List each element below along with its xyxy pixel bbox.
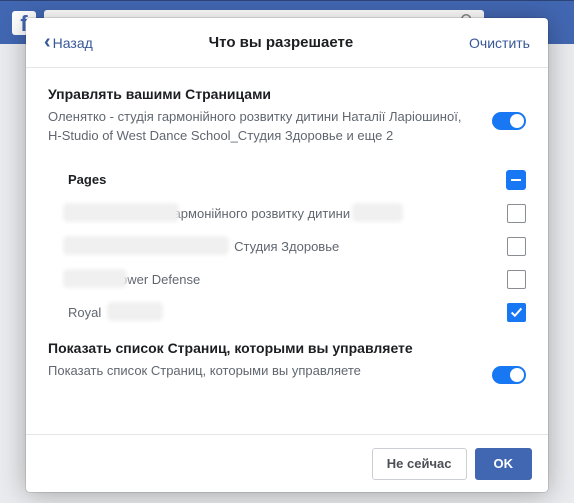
back-button[interactable]: ‹ Назад — [44, 31, 93, 54]
show-list-title: Показать список Страниц, которыми вы упр… — [48, 340, 526, 356]
page-item-label: xxxxxxxxower Defense — [68, 272, 200, 287]
show-list-desc: Показать список Страниц, которыми вы упр… — [48, 362, 526, 381]
pages-label: Pages — [68, 172, 106, 187]
dialog-title: Что вы разрешаете — [209, 34, 354, 51]
ok-button[interactable]: OK — [475, 448, 533, 480]
collapse-pages-icon[interactable] — [506, 170, 526, 190]
list-item: Royal — [68, 303, 526, 322]
show-list-toggle[interactable] — [492, 366, 526, 384]
page-checkbox[interactable] — [507, 237, 526, 256]
clear-button[interactable]: Очистить — [469, 35, 530, 51]
pages-header-row: Pages — [68, 170, 526, 190]
list-item: xxxxxxxxower Defense — [68, 270, 526, 289]
back-label: Назад — [53, 35, 93, 51]
dialog-header: ‹ Назад Что вы разрешаете Очистить — [26, 18, 548, 68]
chevron-left-icon: ‹ — [44, 31, 51, 54]
permissions-dialog: ‹ Назад Что вы разрешаете Очистить Управ… — [26, 18, 548, 492]
page-checkbox[interactable] — [507, 270, 526, 289]
not-now-button[interactable]: Не сейчас — [372, 448, 467, 480]
dialog-body: Управлять вашими Страницами Оленятко - с… — [26, 68, 548, 434]
page-checkbox[interactable] — [507, 204, 526, 223]
manage-pages-title: Управлять вашими Страницами — [48, 86, 526, 102]
dialog-footer: Не сейчас OK — [26, 434, 548, 492]
page-checkbox[interactable] — [507, 303, 526, 322]
manage-pages-toggle[interactable] — [492, 112, 526, 130]
page-item-label: Royal — [68, 305, 101, 320]
list-item: xxxxxxxxxxxxxxxxxxxxxxxxx Студия Здоровь… — [68, 237, 526, 256]
page-item-label: xxxxxxxxxxxxxxx гармонійного розвитку ди… — [68, 206, 350, 221]
page-item-label: xxxxxxxxxxxxxxxxxxxxxxxxx Студия Здоровь… — [68, 239, 339, 254]
list-item: xxxxxxxxxxxxxxx гармонійного розвитку ди… — [68, 204, 526, 223]
manage-pages-desc: Оленятко - студія гармонійного розвитку … — [48, 108, 526, 146]
